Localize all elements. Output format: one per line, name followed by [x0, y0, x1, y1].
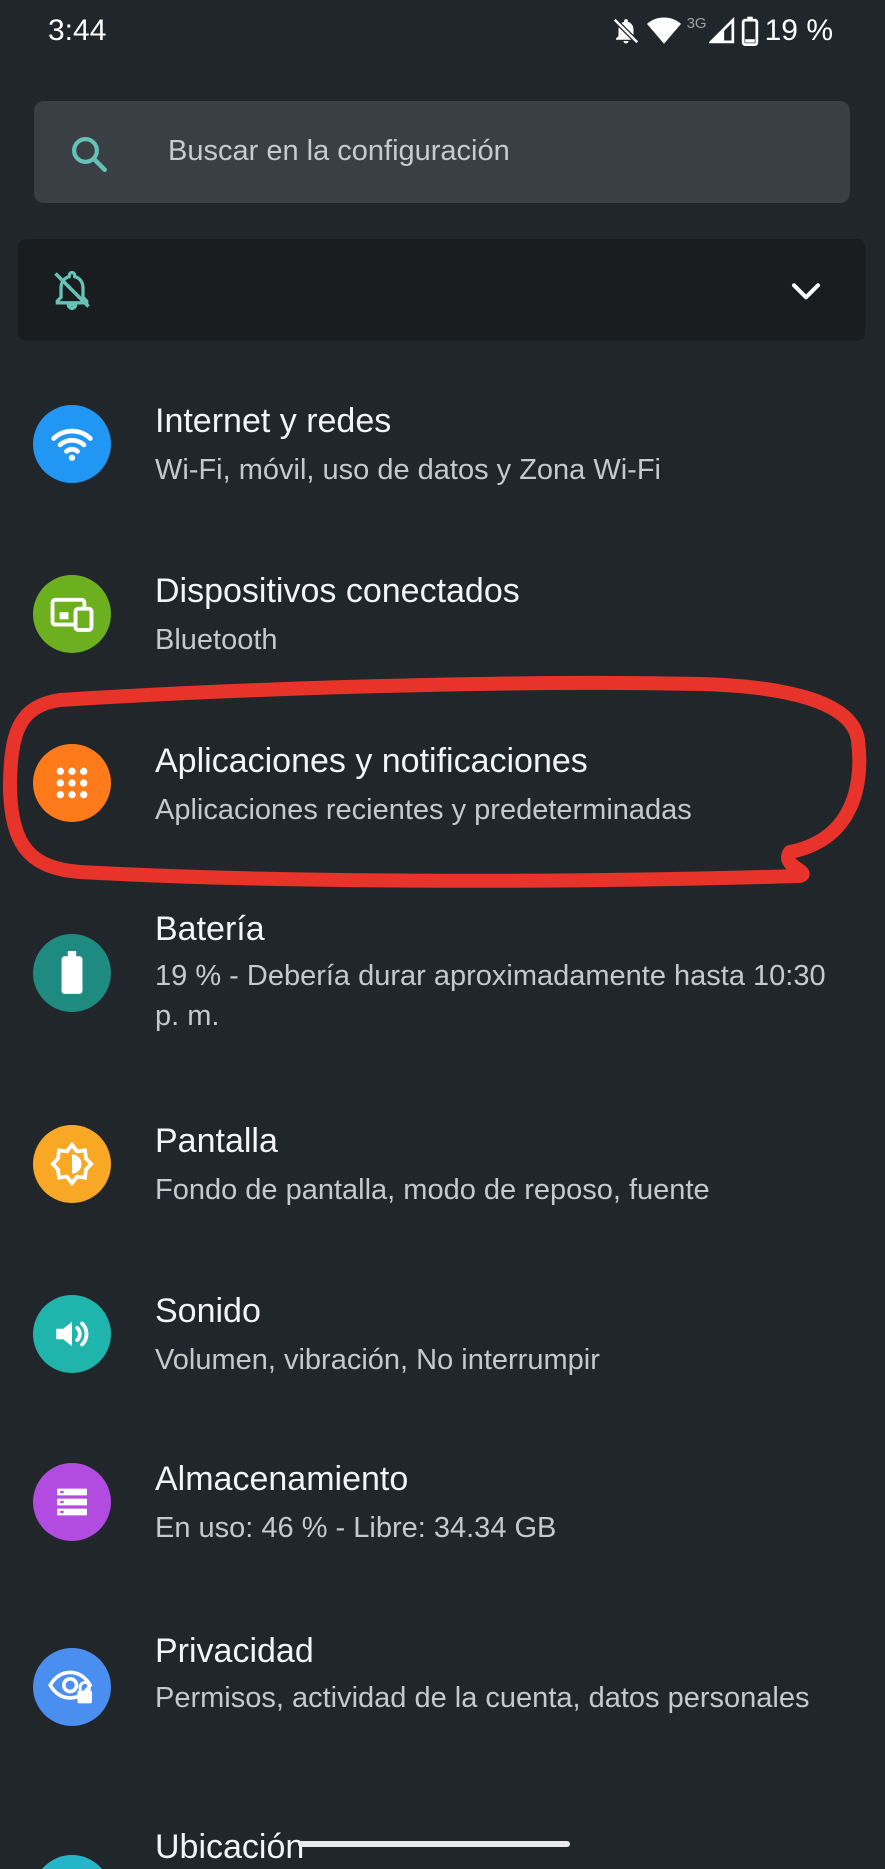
settings-item-privacy[interactable]: Privacidad Permisos, actividad de la cue… [0, 1620, 885, 1800]
item-subtitle: Bluetooth [155, 624, 278, 656]
wifi-icon [33, 405, 111, 483]
network-type: 3G [686, 14, 707, 32]
gesture-nav-handle[interactable] [298, 1841, 570, 1847]
settings-item-apps-notifications[interactable]: Aplicaciones y notificaciones Aplicacion… [0, 730, 885, 880]
storage-icon [33, 1463, 111, 1541]
item-subtitle: Permisos, actividad de la cuenta, datos … [155, 1682, 810, 1714]
item-subtitle: Aplicaciones recientes y predeterminadas [155, 794, 692, 826]
privacy-eye-icon [33, 1648, 111, 1726]
item-subtitle: Wi-Fi, móvil, uso de datos y Zona Wi-Fi [155, 454, 661, 486]
item-subtitle: 19 % - Debería durar aproximadamente has… [155, 960, 826, 1032]
settings-item-connected-devices[interactable]: Dispositivos conectados Bluetooth [0, 560, 885, 710]
status-bar: 3:44 3G 19 % [0, 0, 885, 70]
devices-icon [33, 575, 111, 653]
location-icon [33, 1855, 111, 1869]
settings-item-sound[interactable]: Sonido Volumen, vibración, No interrumpi… [0, 1280, 885, 1430]
status-icons: 3G 19 % [611, 14, 833, 48]
notifications-off-icon [50, 268, 94, 317]
item-subtitle: Fondo de pantalla, modo de reposo, fuent… [155, 1174, 710, 1206]
chevron-down-icon[interactable] [790, 281, 822, 308]
search-placeholder: Buscar en la configuración [168, 135, 510, 167]
item-title: Dispositivos conectados [155, 572, 520, 610]
settings-item-display[interactable]: Pantalla Fondo de pantalla, modo de repo… [0, 1110, 885, 1260]
apps-grid-icon [33, 744, 111, 822]
settings-item-battery[interactable]: Batería 19 % - Debería durar aproximadam… [0, 898, 885, 1088]
item-subtitle: Volumen, vibración, No interrumpir [155, 1344, 600, 1376]
search-icon [68, 133, 110, 180]
battery-percent: 19 % [764, 14, 833, 47]
brightness-icon [33, 1125, 111, 1203]
battery-icon [741, 16, 759, 46]
status-time: 3:44 [48, 14, 107, 47]
signal-icon [708, 17, 735, 45]
item-title: Sonido [155, 1292, 261, 1330]
item-title: Batería [155, 910, 265, 948]
notifications-off-icon [611, 16, 641, 46]
item-title: Almacenamiento [155, 1460, 409, 1498]
battery-icon [33, 934, 111, 1012]
item-title: Pantalla [155, 1122, 278, 1160]
settings-item-internet[interactable]: Internet y redes Wi-Fi, móvil, uso de da… [0, 390, 885, 540]
item-title: Aplicaciones y notificaciones [155, 742, 588, 780]
item-title: Privacidad [155, 1632, 314, 1670]
item-subtitle: En uso: 46 % - Libre: 34.34 GB [155, 1512, 557, 1544]
settings-item-storage[interactable]: Almacenamiento En uso: 46 % - Libre: 34.… [0, 1448, 885, 1598]
dnd-suggestion-card[interactable] [18, 239, 865, 341]
volume-icon [33, 1295, 111, 1373]
item-title: Ubicación [155, 1828, 305, 1866]
item-title: Internet y redes [155, 402, 392, 440]
wifi-icon [646, 16, 681, 46]
